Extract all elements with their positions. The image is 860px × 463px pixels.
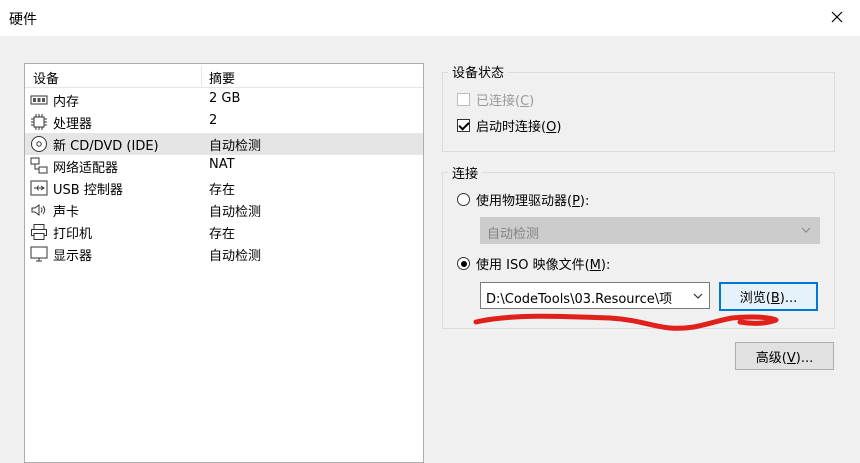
connect-at-power-on-checkbox[interactable]: 启动时连接(O) (457, 116, 561, 135)
red-annotation-underline (473, 313, 779, 331)
device-row-memory[interactable]: 内存 2 GB (25, 89, 423, 111)
connect-at-power-on-label: 启动时连接(O) (476, 120, 562, 135)
device-name: USB 控制器 (53, 183, 123, 198)
device-row-printer[interactable]: 打印机 存在 (25, 221, 423, 243)
device-name: 显示器 (53, 249, 93, 264)
usb-icon (30, 180, 48, 196)
device-summary: 2 GB (209, 91, 241, 106)
device-name: 处理器 (53, 117, 93, 132)
column-divider[interactable] (201, 66, 202, 86)
device-summary: 存在 (209, 183, 236, 198)
browse-button-label: 浏览(B)... (739, 291, 798, 306)
device-name: 网络适配器 (53, 161, 119, 176)
connect-at-power-on-checkbox-box[interactable] (457, 119, 470, 132)
device-row-display[interactable]: 显示器 自动检测 (25, 243, 423, 265)
printer-icon (31, 224, 47, 240)
column-header-device[interactable]: 设备 (33, 68, 59, 87)
use-physical-drive-label: 使用物理驱动器(P): (476, 194, 590, 209)
connected-checkbox[interactable]: 已连接(C) (457, 90, 534, 109)
use-physical-drive-radio-button[interactable] (457, 193, 470, 206)
device-status-label: 设备状态 (448, 62, 509, 81)
device-row-processor[interactable]: 处理器 2 (25, 111, 423, 133)
use-iso-image-label: 使用 ISO 映像文件(M): (476, 258, 611, 273)
close-icon[interactable] (826, 6, 848, 28)
window-title: 硬件 (9, 12, 37, 28)
cd-dvd-icon (31, 136, 47, 152)
chevron-down-icon (801, 227, 811, 233)
physical-drive-select-value: 自动检测 (487, 227, 540, 242)
device-summary: 自动检测 (209, 205, 262, 220)
browse-button[interactable]: 浏览(B)... (719, 282, 818, 311)
chevron-down-icon[interactable] (693, 292, 703, 300)
iso-path-value: D:\CodeTools\03.Resource\项 (486, 292, 673, 307)
device-row-network-adapter[interactable]: 网络适配器 NAT (25, 155, 423, 177)
advanced-button-label: 高级(V)... (755, 350, 814, 366)
memory-icon (30, 95, 48, 105)
iso-path-combobox[interactable]: D:\CodeTools\03.Resource\项 (480, 282, 710, 309)
use-iso-image-radio-button[interactable] (457, 257, 470, 270)
device-list-header: 设备 摘要 (25, 64, 423, 88)
use-iso-image-radio[interactable]: 使用 ISO 映像文件(M): (457, 254, 610, 273)
device-row-usb[interactable]: USB 控制器 存在 (25, 177, 423, 199)
device-name: 内存 (53, 95, 80, 110)
device-summary: 2 (209, 113, 218, 128)
device-name: 声卡 (53, 205, 80, 220)
column-header-summary[interactable]: 摘要 (209, 68, 235, 87)
device-summary: NAT (209, 157, 235, 172)
network-adapter-icon (30, 157, 48, 174)
sound-card-icon (31, 204, 46, 216)
connected-checkbox-box[interactable] (457, 93, 470, 106)
display-icon (30, 246, 48, 262)
device-name: 新 CD/DVD (IDE) (53, 139, 159, 154)
device-list: 设备 摘要 内存 2 GB 处理器 2 新 CD/DVD (IDE) 自动检测 (24, 63, 424, 463)
advanced-button[interactable]: 高级(V)... (735, 342, 834, 370)
physical-drive-select[interactable]: 自动检测 (480, 217, 820, 244)
device-summary: 自动检测 (209, 249, 262, 264)
device-summary: 自动检测 (209, 139, 262, 154)
connected-checkbox-label: 已连接(C) (476, 94, 535, 109)
use-physical-drive-radio[interactable]: 使用物理驱动器(P): (457, 190, 589, 209)
device-row-sound-card[interactable]: 声卡 自动检测 (25, 199, 423, 221)
device-row-cd-dvd[interactable]: 新 CD/DVD (IDE) 自动检测 (25, 133, 423, 155)
connection-label: 连接 (448, 163, 483, 182)
device-summary: 存在 (209, 227, 236, 242)
device-status-group (442, 72, 835, 152)
processor-icon (31, 114, 47, 130)
title-bar: 硬件 (0, 0, 860, 36)
device-name: 打印机 (53, 227, 93, 242)
